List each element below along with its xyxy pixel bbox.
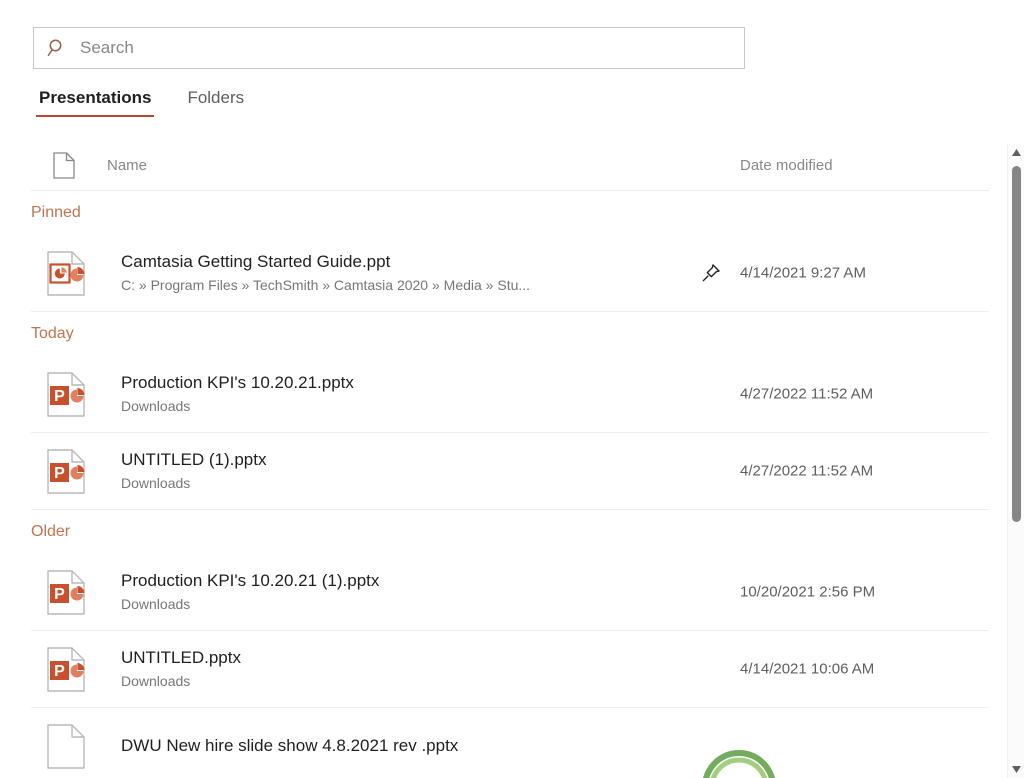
svg-text:P: P	[54, 586, 65, 603]
powerpoint-file-icon	[44, 724, 88, 769]
file-row[interactable]: P Production KPI's 10.20.21 (1).pptx Dow…	[31, 554, 989, 631]
tab-presentations[interactable]: Presentations	[36, 88, 155, 117]
file-row[interactable]: P UNTITLED (1).pptx Downloads 4/27/2022 …	[31, 433, 989, 510]
tab-folders[interactable]: Folders	[184, 88, 247, 117]
document-icon	[53, 152, 75, 184]
search-input[interactable]	[80, 28, 744, 68]
tab-bar: Presentations Folders	[36, 88, 247, 117]
tab-presentations-label: Presentations	[39, 88, 152, 107]
group-header: Older	[31, 523, 71, 540]
file-date-modified: 4/27/2022 11:52 AM	[740, 462, 874, 480]
column-header-date-modified[interactable]: Date modified	[740, 157, 833, 174]
scroll-down-arrow-icon[interactable]	[1008, 761, 1024, 778]
scrollbar-thumb[interactable]	[1012, 166, 1021, 522]
svg-text:P: P	[54, 465, 65, 482]
svg-text:P: P	[54, 663, 65, 680]
open-recent-pane: Presentations Folders Name Date modified…	[0, 0, 1024, 778]
search-icon	[34, 37, 80, 59]
powerpoint-file-icon: P	[44, 371, 88, 417]
file-date-modified: 4/14/2021 10:06 AM	[740, 660, 875, 678]
powerpoint-file-icon: P	[44, 569, 88, 615]
file-date-modified: 10/20/2021 2:56 PM	[740, 583, 876, 601]
tab-folders-label: Folders	[187, 88, 245, 107]
pin-icon[interactable]	[699, 261, 723, 285]
file-date-modified: 4/14/2021 9:27 AM	[740, 264, 866, 282]
file-row[interactable]: Camtasia Getting Started Guide.ppt C: » …	[31, 235, 989, 312]
powerpoint-file-icon: P	[44, 646, 88, 692]
scroll-up-arrow-icon[interactable]	[1008, 144, 1024, 161]
file-row[interactable]: P Production KPI's 10.20.21.pptx Downloa…	[31, 356, 989, 433]
vertical-scrollbar[interactable]	[1007, 144, 1024, 778]
file-row[interactable]: DWU New hire slide show 4.8.2021 rev .pp…	[31, 708, 989, 778]
file-name: DWU New hire slide show 4.8.2021 rev .pp…	[121, 736, 459, 755]
file-row[interactable]: P UNTITLED.pptx Downloads 4/14/2021 10:0…	[31, 631, 989, 708]
group-header: Pinned	[31, 204, 81, 221]
file-meta: DWU New hire slide show 4.8.2021 rev .pp…	[88, 734, 989, 759]
file-list: Pinned Camtasia Getting Started Guide.pp…	[0, 191, 989, 778]
file-date-modified: 4/27/2022 11:52 AM	[740, 385, 874, 403]
column-header-row: Name Date modified	[31, 146, 989, 191]
powerpoint-file-icon: P	[44, 448, 88, 494]
search-box[interactable]	[33, 27, 745, 69]
group-header: Today	[31, 325, 74, 342]
column-header-name[interactable]: Name	[107, 157, 147, 174]
svg-text:P: P	[54, 388, 65, 405]
powerpoint-legacy-file-icon	[44, 250, 88, 296]
